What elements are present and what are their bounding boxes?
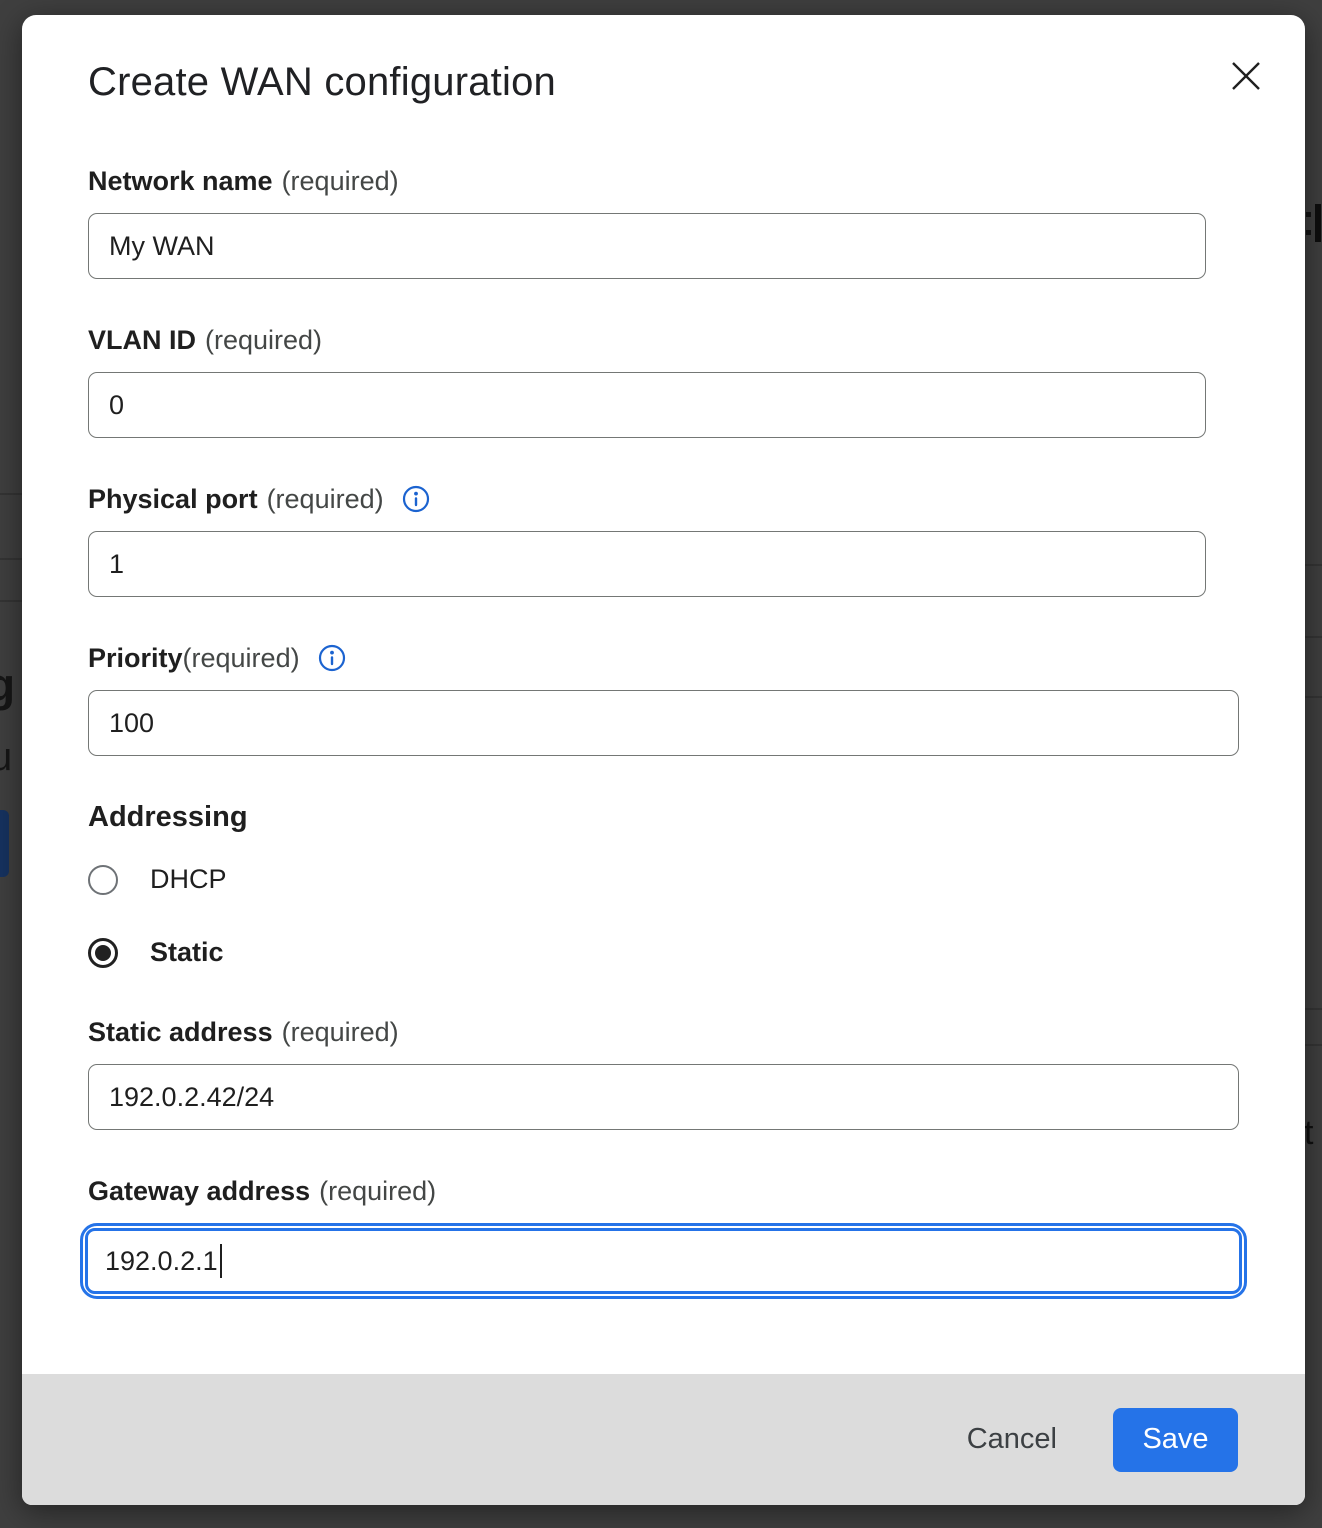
priority-input[interactable] bbox=[88, 690, 1239, 756]
background-element-fragment bbox=[1306, 230, 1311, 235]
addressing-heading: Addressing bbox=[88, 801, 1239, 834]
field-label-text: Static address bbox=[88, 1016, 273, 1048]
dialog-footer: Cancel Save bbox=[22, 1374, 1305, 1505]
network-name-input[interactable] bbox=[88, 213, 1206, 279]
radio-button-icon[interactable] bbox=[88, 865, 118, 895]
network-name-label: Network name (required) bbox=[88, 165, 1239, 197]
vlan-id-field-group: VLAN ID (required) bbox=[88, 324, 1239, 438]
static-address-input[interactable] bbox=[88, 1064, 1239, 1130]
required-hint: (required) bbox=[205, 324, 322, 356]
background-row-divider bbox=[1305, 636, 1322, 638]
field-label-text: Gateway address bbox=[88, 1175, 310, 1207]
required-hint: (required) bbox=[319, 1175, 436, 1207]
physical-port-label: Physical port (required) bbox=[88, 483, 1239, 515]
save-button[interactable]: Save bbox=[1113, 1408, 1238, 1472]
priority-field-group: Priority (required) bbox=[88, 642, 1239, 756]
create-wan-configuration-dialog: Create WAN configuration Network name (r… bbox=[22, 15, 1305, 1505]
static-address-field-group: Static address (required) bbox=[88, 1016, 1239, 1130]
background-button-fragment bbox=[0, 810, 9, 877]
background-text-fragment: g bbox=[0, 658, 15, 712]
addressing-option-dhcp[interactable]: DHCP bbox=[88, 864, 1239, 895]
radio-label: DHCP bbox=[150, 864, 227, 895]
physical-port-field-group: Physical port (required) bbox=[88, 483, 1239, 597]
background-row-divider bbox=[0, 558, 22, 560]
focus-ring: 192.0.2.1 bbox=[80, 1223, 1247, 1299]
field-label-text: Priority bbox=[88, 642, 183, 674]
text-caret bbox=[220, 1244, 222, 1278]
addressing-option-static[interactable]: Static bbox=[88, 937, 1239, 968]
gateway-address-input[interactable]: 192.0.2.1 bbox=[85, 1228, 1242, 1294]
gateway-address-value: 192.0.2.1 bbox=[105, 1246, 218, 1277]
radio-button-selected-icon[interactable] bbox=[88, 938, 118, 968]
info-icon[interactable] bbox=[318, 644, 346, 672]
field-label-text: Physical port bbox=[88, 483, 258, 515]
background-row-divider bbox=[0, 600, 22, 602]
background-row-divider bbox=[0, 493, 22, 495]
dialog-title: Create WAN configuration bbox=[88, 60, 1239, 105]
static-address-label: Static address (required) bbox=[88, 1016, 1239, 1048]
cancel-button[interactable]: Cancel bbox=[961, 1413, 1063, 1466]
network-name-field-group: Network name (required) bbox=[88, 165, 1239, 279]
vlan-id-input[interactable] bbox=[88, 372, 1206, 438]
background-row-divider bbox=[1305, 1008, 1322, 1010]
vlan-id-label: VLAN ID (required) bbox=[88, 324, 1239, 356]
background-text-fragment: t bbox=[1304, 1114, 1313, 1153]
background-row-divider bbox=[1305, 696, 1322, 698]
required-hint: (required) bbox=[282, 1016, 399, 1048]
required-hint: (required) bbox=[267, 483, 384, 515]
background-row-divider bbox=[1305, 1044, 1322, 1046]
info-icon[interactable] bbox=[402, 485, 430, 513]
required-hint: (required) bbox=[282, 165, 399, 197]
background-text-fragment: u bbox=[0, 735, 12, 780]
background-row-divider bbox=[1305, 564, 1322, 566]
addressing-section: Addressing DHCP Static bbox=[88, 801, 1239, 968]
field-label-text: VLAN ID bbox=[88, 324, 196, 356]
gateway-address-label: Gateway address (required) bbox=[88, 1175, 1239, 1207]
radio-label: Static bbox=[150, 937, 224, 968]
background-element-fragment bbox=[1315, 204, 1321, 242]
physical-port-input[interactable] bbox=[88, 531, 1206, 597]
required-hint: (required) bbox=[183, 642, 300, 674]
gateway-address-field-group: Gateway address (required) 192.0.2.1 bbox=[88, 1175, 1239, 1299]
background-element-fragment bbox=[1306, 212, 1311, 217]
field-label-text: Network name bbox=[88, 165, 273, 197]
priority-label: Priority (required) bbox=[88, 642, 1239, 674]
